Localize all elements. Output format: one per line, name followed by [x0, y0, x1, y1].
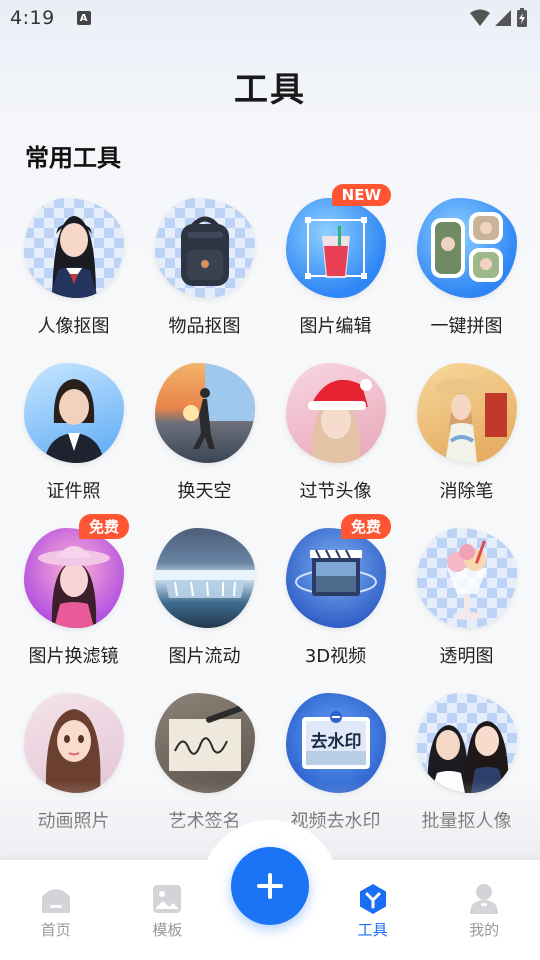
tab-profile[interactable]: 我的	[430, 883, 538, 940]
tool-object-cutout[interactable]: 物品抠图	[139, 198, 270, 363]
tool-label: 3D视频	[304, 646, 367, 667]
signal-icon	[495, 10, 511, 26]
plus-icon	[257, 873, 283, 899]
tool-label: 批量抠人像	[421, 811, 512, 832]
page-title: 工具	[234, 70, 306, 110]
tab-templates[interactable]: 模板	[113, 883, 221, 940]
tab-tools[interactable]: 工具	[319, 883, 427, 940]
tool-image-edit[interactable]: NEW 图片编辑	[270, 184, 401, 363]
template-icon	[153, 885, 182, 913]
batch-portrait-cutout-icon	[416, 693, 517, 793]
sky-replace-icon	[154, 363, 255, 463]
profile-icon	[470, 884, 499, 914]
tool-filter[interactable]: 免费 图片换滤镜	[8, 514, 139, 693]
tool-eraser-pen[interactable]: 消除笔	[401, 363, 532, 528]
free-badge: 免费	[340, 514, 391, 539]
holiday-avatar-icon	[285, 363, 386, 463]
tool-batch-portrait-cutout[interactable]: 批量抠人像	[401, 693, 532, 858]
video-watermark-remove-icon: 去水印	[285, 693, 386, 793]
section-title: 常用工具	[25, 144, 121, 172]
object-cutout-icon	[154, 198, 255, 298]
tool-label: 图片编辑	[299, 316, 372, 337]
tool-label: 人像抠图	[37, 316, 110, 337]
filter-icon	[23, 528, 124, 628]
id-photo-icon	[23, 363, 124, 463]
tab-label: 工具	[357, 921, 388, 939]
tool-label: 消除笔	[439, 481, 494, 502]
tab-label: 模板	[152, 921, 183, 939]
collage-icon	[416, 198, 517, 298]
tab-home[interactable]: 首页	[2, 883, 110, 940]
status-bar: 4:19 A	[0, 0, 540, 36]
tool-label: 动画照片	[37, 811, 110, 832]
tool-label: 艺术签名	[168, 811, 241, 832]
new-badge: NEW	[331, 184, 391, 206]
tool-id-photo[interactable]: 证件照	[8, 363, 139, 528]
tool-transparent-image[interactable]: 透明图	[401, 528, 532, 693]
tools-icon	[359, 884, 386, 914]
tool-holiday-avatar[interactable]: 过节头像	[270, 363, 401, 528]
tool-label: 图片换滤镜	[28, 646, 119, 667]
status-time: 4:19	[10, 7, 55, 29]
tool-label: 证件照	[46, 481, 101, 502]
tool-collage[interactable]: 一键拼图	[401, 198, 532, 363]
battery-icon	[517, 8, 527, 27]
image-edit-icon	[285, 198, 386, 298]
home-icon	[41, 889, 70, 913]
tool-3d-video[interactable]: 免费 3D视频	[270, 514, 401, 693]
tool-label: 换天空	[177, 481, 232, 502]
portrait-cutout-icon	[23, 198, 124, 298]
create-button[interactable]	[231, 847, 309, 925]
3d-video-icon	[285, 528, 386, 628]
tool-sky-replace[interactable]: 换天空	[139, 363, 270, 528]
tab-label: 首页	[40, 921, 71, 939]
tool-label: 图片流动	[168, 646, 241, 667]
transparent-image-icon	[416, 528, 517, 628]
watermark-icon-text: 去水印	[310, 731, 361, 752]
image-flow-icon	[154, 528, 255, 628]
status-indicators	[470, 8, 528, 28]
wifi-icon	[470, 9, 490, 26]
tool-label: 透明图	[439, 646, 494, 667]
tool-image-flow[interactable]: 图片流动	[139, 528, 270, 693]
tool-animated-photo[interactable]: 动画照片	[8, 693, 139, 858]
status-notification-icon: A	[76, 11, 91, 25]
tool-label: 物品抠图	[168, 316, 241, 337]
animated-photo-icon	[23, 693, 124, 793]
tab-label: 我的	[469, 921, 500, 939]
eraser-pen-icon	[416, 363, 517, 463]
free-badge: 免费	[78, 514, 129, 539]
tools-grid: 人像抠图 物品抠图 NEW 图片编辑 一键拼图 证件照 换天空 过节头像 消除笔…	[0, 184, 540, 858]
art-signature-icon	[154, 693, 255, 793]
tool-portrait-cutout[interactable]: 人像抠图	[8, 198, 139, 363]
tool-label: 一键拼图	[430, 316, 503, 337]
tool-label: 过节头像	[299, 481, 372, 502]
